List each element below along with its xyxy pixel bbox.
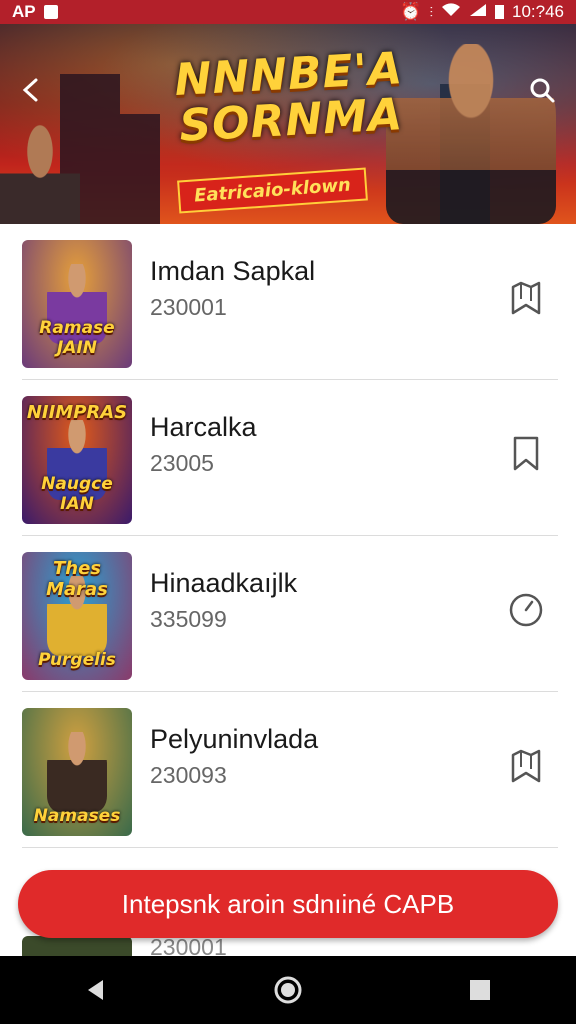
system-nav-bar	[0, 956, 576, 1024]
battery-icon	[495, 5, 504, 19]
list-item-partial[interactable]: 230001	[0, 936, 576, 956]
bookmark-icon	[509, 279, 543, 322]
chevron-left-icon	[22, 78, 38, 102]
list-item-thumbnail: Namases	[22, 708, 132, 836]
thumbnail-caption: Naugce IAN	[41, 474, 113, 514]
recents-square-icon	[470, 980, 490, 1000]
list-item-number: 230001	[150, 294, 227, 320]
divider	[22, 847, 558, 848]
thumbnail-character	[47, 732, 107, 812]
nav-home-button[interactable]	[258, 960, 318, 1020]
thumbnail-top-caption: NIIMPRAS	[26, 402, 128, 423]
alarm-icon: ⏰	[400, 2, 422, 21]
list-item-action-button[interactable]	[506, 592, 546, 632]
game-list: Ramase JAIN Imdan Sapkal 230001 NIIMPRAS…	[0, 224, 576, 848]
image-icon	[43, 5, 58, 19]
list-item-number: 23005	[150, 450, 214, 476]
status-bar: AP ⏰ ⫶ 10:?46	[0, 0, 576, 24]
list-item-thumbnail: NIIMPRAS Naugce IAN	[22, 396, 132, 524]
list-item[interactable]: NIIMPRAS Naugce IAN Harcalka 23005	[0, 380, 576, 536]
thumbnail-caption: Ramase JAIN	[39, 318, 115, 358]
primary-action-button[interactable]: Intepsnk aroin sdnıiné CAPB	[18, 870, 558, 938]
status-time: 10:?46	[512, 2, 564, 21]
nav-back-button[interactable]	[66, 960, 126, 1020]
back-triangle-icon	[88, 980, 103, 1000]
list-item-title: Hinaadkaıjlk	[150, 568, 298, 598]
list-item[interactable]: Namases Pelyuninvlada 230093	[0, 692, 576, 848]
thumbnail-caption: Purgelis	[38, 650, 116, 670]
status-carrier: AP	[12, 2, 36, 21]
list-item-title: Imdan Sapkal	[150, 256, 316, 286]
list-item-thumbnail: Ramase JAIN	[22, 240, 132, 368]
search-button[interactable]	[524, 72, 560, 108]
signal-icon	[469, 2, 487, 22]
banner-character-left	[0, 124, 80, 224]
list-item-title: Harcalka	[150, 412, 257, 442]
back-button[interactable]	[14, 72, 50, 108]
list-item-thumbnail: Thes Maras Purgelis	[22, 552, 132, 680]
list-item-action-button[interactable]	[506, 280, 546, 320]
header-banner: NNNBE'A SORNMA Eatricaio-klown	[0, 24, 576, 224]
list-item[interactable]: Ramase JAIN Imdan Sapkal 230001	[0, 224, 576, 380]
bookmark-outline-icon	[511, 435, 541, 478]
list-item-action-button[interactable]	[506, 748, 546, 788]
list-item-number: 230001	[150, 936, 227, 956]
clock-icon	[508, 592, 544, 633]
list-item-title: Pelyuninvlada	[150, 724, 319, 754]
list-item-number: 335099	[150, 606, 227, 632]
home-circle-icon	[274, 976, 302, 1004]
list-item-number: 230093	[150, 762, 227, 788]
nav-recents-button[interactable]	[450, 960, 510, 1020]
banner-title: NNNBE'A SORNMA	[173, 43, 405, 152]
wifi-icon	[441, 2, 461, 22]
list-item[interactable]: Thes Maras Purgelis Hinaadkaıjlk 335099	[0, 536, 576, 692]
vibrate-icon: ⫶	[429, 3, 434, 20]
list-item-thumbnail	[22, 936, 132, 956]
bookmark-icon	[509, 747, 543, 790]
thumbnail-caption: Namases	[33, 806, 121, 826]
search-icon	[530, 78, 555, 103]
list-item-action-button[interactable]	[506, 436, 546, 476]
thumbnail-top-caption: Thes Maras	[46, 558, 108, 600]
